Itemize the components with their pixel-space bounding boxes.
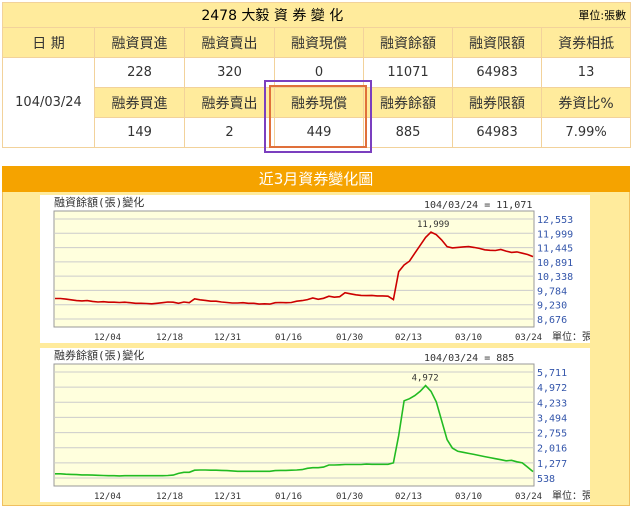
margin-chart-readout: 104/03/24 = 11,071 — [424, 200, 532, 211]
short-chart-x-tick: 12/18 — [156, 492, 183, 502]
margin-chart-x-tick: 01/30 — [336, 333, 363, 343]
short-chart-x-tick: 03/24 — [515, 492, 542, 502]
margin-balance-chart-svg: 融資餘額(張)變化 104/03/24 = 11,071 12,553 11,999 1… — [53, 195, 592, 343]
margin-chart-y-tick: 10,891 — [537, 258, 573, 269]
margin-chart-x-tick: 12/18 — [156, 333, 183, 343]
margin-chart-y-tick: 9,784 — [537, 286, 567, 297]
short-header-2: 融券現償 — [274, 87, 364, 118]
margin-header-3: 融資餘額 — [363, 27, 453, 58]
short-chart-y-tick: 3,494 — [537, 413, 567, 424]
margin-header-5: 資券相抵 — [541, 27, 632, 58]
short-chart-x-tick: 01/30 — [336, 492, 363, 502]
margin-header-4: 融資限額 — [451, 27, 543, 58]
table-title: 2478 大毅 資 券 變 化 — [1, 2, 542, 28]
short-value-4: 64983 — [451, 117, 543, 148]
margin-value-4: 64983 — [451, 57, 543, 88]
margin-value-1: 320 — [184, 57, 275, 88]
short-chart-y-tick: 2,016 — [537, 444, 567, 455]
short-chart-x-tick: 02/13 — [395, 492, 422, 502]
short-header-5: 券資比% — [541, 87, 632, 118]
short-header-3: 融券餘額 — [363, 87, 453, 118]
margin-header-2: 融資現償 — [274, 27, 364, 58]
short-chart-x-tick: 03/10 — [455, 492, 482, 502]
short-chart-peak-label: 4,972 — [412, 374, 439, 384]
margin-chart-y-tick: 8,676 — [537, 315, 567, 326]
short-chart-x-tick: 12/31 — [214, 492, 241, 502]
margin-chart-unit-label: 單位：張 — [552, 330, 590, 343]
margin-value-0: 228 — [94, 57, 185, 88]
short-header-1: 融券賣出 — [184, 87, 275, 118]
margin-chart-plot-area — [53, 210, 535, 328]
short-chart-readout: 104/03/24 = 885 — [424, 353, 514, 364]
short-value-0: 149 — [94, 117, 185, 148]
margin-chart-x-tick: 03/24 — [515, 333, 542, 343]
short-chart-x-tick: 01/16 — [275, 492, 302, 502]
short-balance-chart-svg: 融券餘額(張)變化 104/03/24 = 885 5,711 4,972 4,233 3… — [53, 348, 592, 502]
short-chart-y-tick: 4,972 — [537, 383, 567, 394]
margin-chart-x-tick: 03/10 — [455, 333, 482, 343]
margin-chart-y-tick: 10,338 — [537, 272, 573, 283]
short-chart-unit-label: 單位：張 — [552, 489, 590, 502]
margin-chart-y-tick: 9,230 — [537, 301, 567, 312]
margin-chart-x-tick: 01/16 — [275, 333, 302, 343]
short-chart-x-tick: 12/04 — [94, 492, 121, 502]
margin-chart-y-tick: 12,553 — [537, 215, 573, 226]
margin-value-2: 0 — [274, 57, 364, 88]
margin-header-0: 融資買進 — [94, 27, 185, 58]
margin-value-5: 13 — [541, 57, 632, 88]
short-header-0: 融券買進 — [94, 87, 185, 118]
margin-chart-x-tick: 12/04 — [94, 333, 121, 343]
short-balance-chart: 融券餘額(張)變化 104/03/24 = 885 5,711 4,972 4,233 3… — [40, 348, 592, 502]
short-value-3: 885 — [363, 117, 453, 148]
short-chart-y-tick: 4,233 — [537, 398, 567, 409]
margin-chart-title: 融資餘額(張)變化 — [54, 195, 144, 209]
short-chart-y-tick: 1,277 — [537, 459, 567, 470]
short-header-4: 融券限額 — [451, 87, 543, 118]
short-value-2: 449 — [274, 117, 364, 148]
date-cell: 104/03/24 — [2, 57, 95, 148]
unit-label: 單位:張數 — [541, 2, 632, 28]
margin-value-3: 11071 — [363, 57, 453, 88]
margin-summary-table: 2478 大毅 資 券 變 化 單位:張數 日 期 融資買進 融資賣出 融資現償… — [1, 2, 632, 148]
chart-panel-title: 近3月資券變化圖 — [2, 166, 630, 192]
short-chart-title: 融券餘額(張)變化 — [54, 348, 144, 362]
short-value-1: 2 — [184, 117, 275, 148]
margin-chart-x-tick: 12/31 — [214, 333, 241, 343]
short-chart-y-tick: 5,711 — [537, 368, 567, 379]
margin-chart-y-tick: 11,999 — [537, 229, 573, 240]
short-chart-plot-area — [53, 363, 535, 487]
margin-chart-y-tick: 11,445 — [537, 244, 573, 255]
short-chart-y-tick: 538 — [537, 474, 555, 485]
margin-chart-x-tick: 02/13 — [395, 333, 422, 343]
margin-header-1: 融資賣出 — [184, 27, 275, 58]
margin-chart-peak-label: 11,999 — [417, 220, 450, 230]
short-value-5: 7.99% — [541, 117, 632, 148]
short-chart-y-tick: 2,755 — [537, 429, 567, 440]
margin-balance-chart: 融資餘額(張)變化 104/03/24 = 11,071 12,553 11,999 1… — [40, 195, 592, 343]
date-header: 日 期 — [2, 27, 95, 58]
